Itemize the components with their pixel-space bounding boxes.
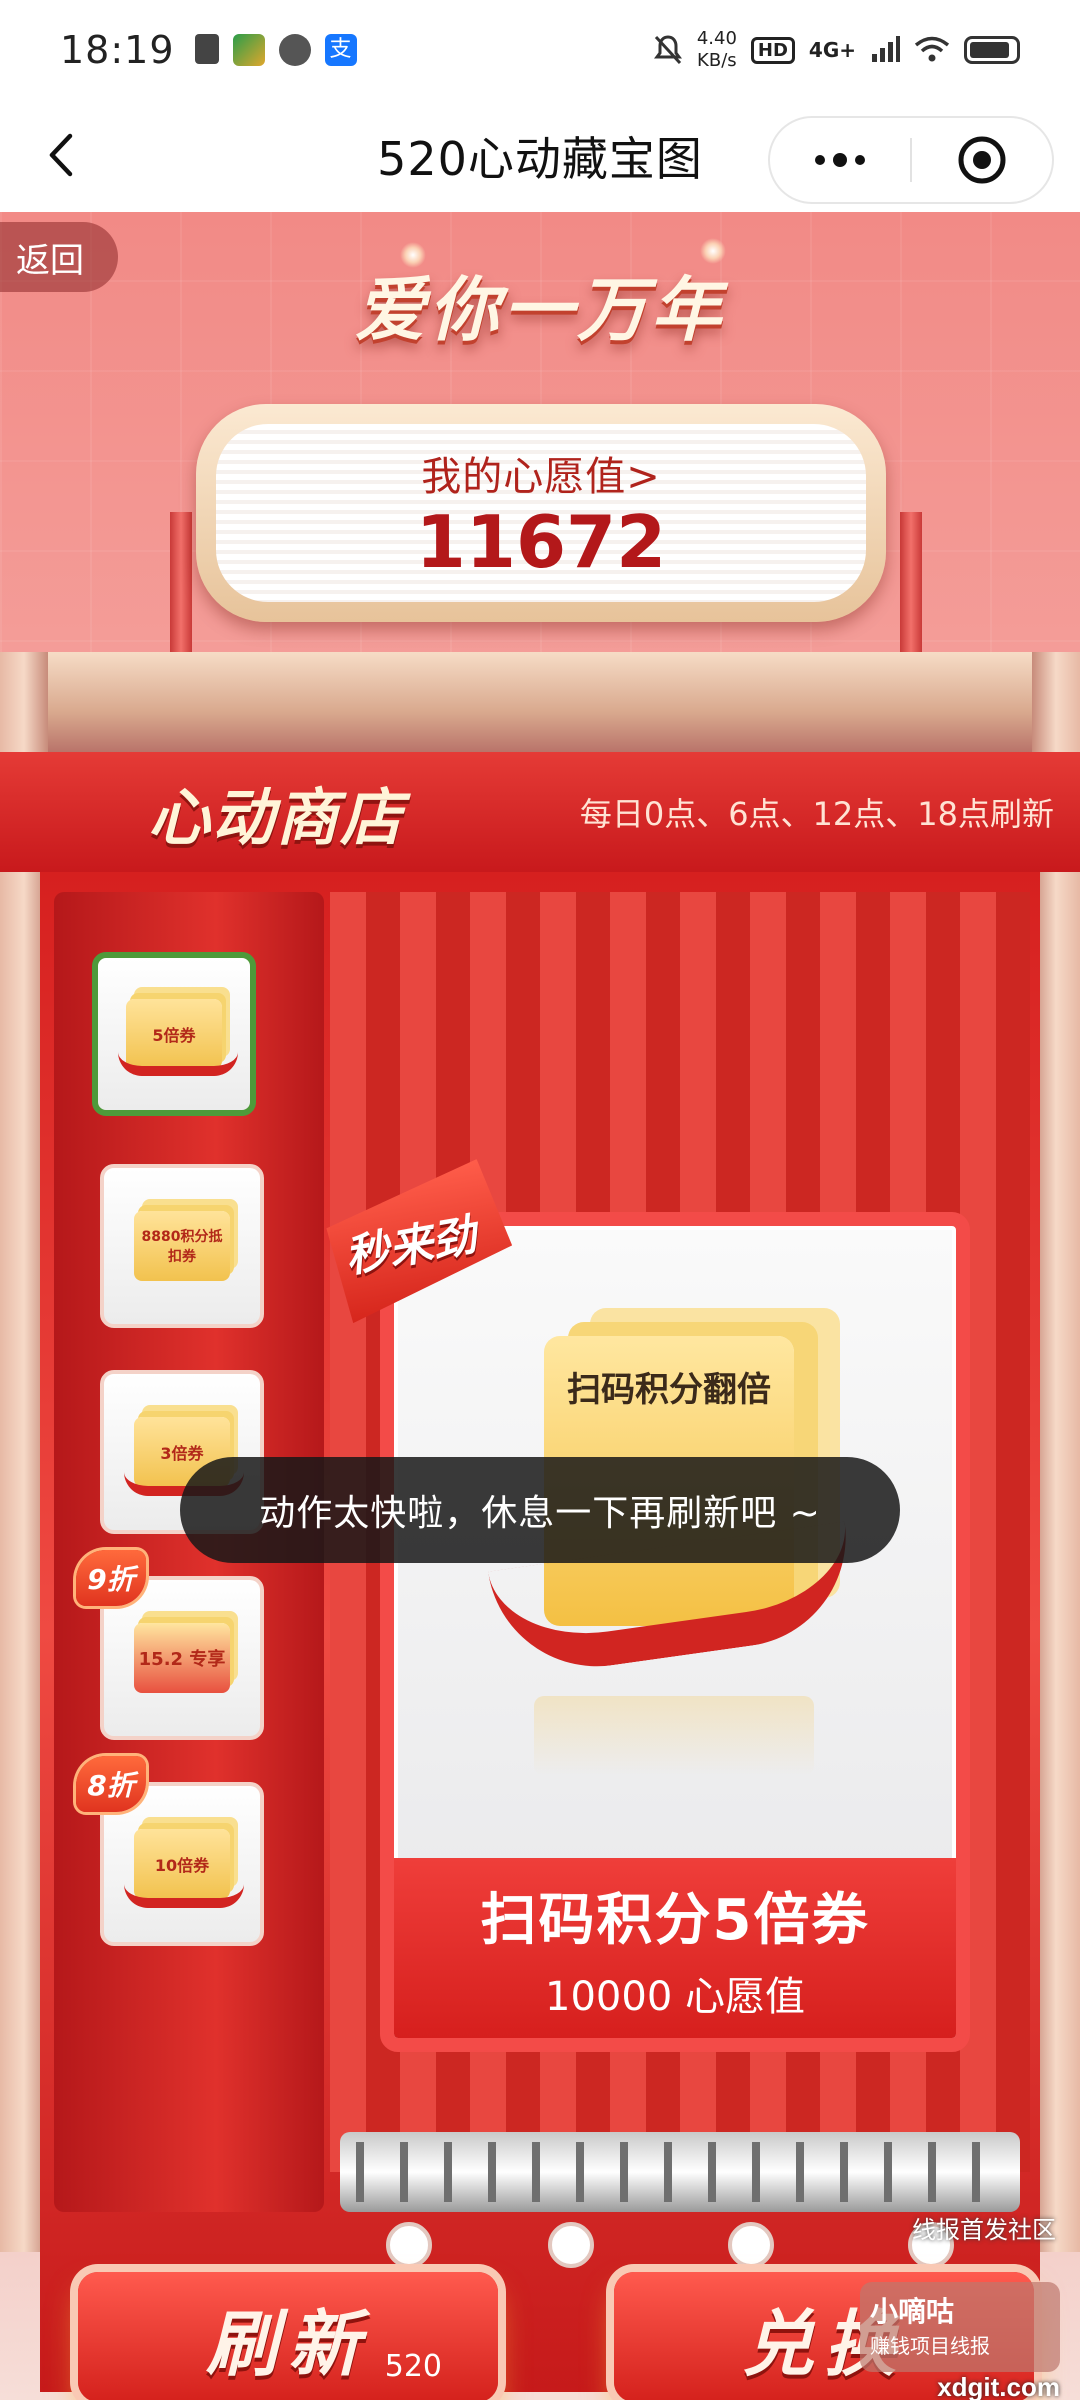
product-card[interactable]: 扫码积分翻倍 扫码积分5倍券 10000 心愿值 bbox=[380, 1212, 970, 2052]
roller-dot bbox=[728, 2222, 774, 2268]
back-chevron-icon[interactable] bbox=[38, 130, 88, 180]
watermark-brand: 小嘀咕 bbox=[870, 2296, 955, 2327]
more-dots-icon bbox=[815, 153, 865, 167]
roller-dot bbox=[386, 2222, 432, 2268]
net-speed: 4.40 KB/s bbox=[697, 28, 737, 72]
wish-value-link[interactable]: 我的心愿值> 11672 bbox=[216, 424, 866, 602]
wish-value-board: 我的心愿值> 11672 bbox=[196, 404, 886, 622]
thumbnail-item-1[interactable]: 5倍券 bbox=[92, 952, 256, 1116]
refresh-cost: 520 bbox=[384, 2349, 442, 2384]
thumbnail-label: 10倍券 bbox=[154, 1856, 210, 1875]
status-bar: 18:19 支 4.40 KB/s HD 4G+ bbox=[0, 0, 1080, 100]
sim-notification-icon bbox=[194, 34, 219, 64]
mute-bell-icon bbox=[653, 35, 682, 65]
page-title: 520心动藏宝图 bbox=[377, 132, 703, 186]
conveyor-roller bbox=[340, 2132, 1020, 2212]
refresh-schedule-note: 每日0点、6点、12点、18点刷新 bbox=[579, 795, 1054, 833]
shelf-top-frame bbox=[0, 652, 1080, 752]
capsule-menu bbox=[768, 116, 1054, 204]
net-speed-unit: KB/s bbox=[697, 50, 737, 71]
hd-badge: HD bbox=[750, 36, 795, 64]
store-title: 心动商店 bbox=[148, 781, 405, 854]
status-time: 18:19 bbox=[60, 28, 175, 72]
watermark: 线报首发社区 bbox=[912, 2217, 1056, 2244]
thumbnail-label: 5倍券 bbox=[152, 1026, 196, 1045]
reflection-decoration bbox=[534, 1696, 814, 1776]
wish-value-number: 11672 bbox=[415, 500, 667, 584]
mini-program-title-bar: 520心动藏宝图 bbox=[0, 100, 1080, 212]
coupon-ticket-icon: 15.2 专享 bbox=[134, 1623, 230, 1693]
thumbnail-label: 8880积分抵扣券 bbox=[141, 1229, 223, 1265]
notification-icons: 支 bbox=[194, 34, 357, 66]
link-notification-icon bbox=[278, 34, 311, 66]
watermark-tagline: 赚钱项目线报 bbox=[870, 2336, 990, 2358]
more-button[interactable] bbox=[770, 118, 910, 202]
coupon-ticket-icon: 8880积分抵扣券 bbox=[134, 1211, 230, 1281]
swoosh-decoration bbox=[118, 1052, 238, 1076]
status-right: 4.40 KB/s HD 4G+ bbox=[653, 28, 1020, 72]
product-name: 扫码积分5倍券 bbox=[480, 1887, 870, 1953]
store-header: 心动商店 每日0点、6点、12点、18点刷新 bbox=[0, 752, 1080, 872]
alipay-notification-icon: 支 bbox=[324, 34, 357, 66]
roller-teeth bbox=[356, 2142, 1004, 2202]
thumbnail-label: 3倍券 bbox=[160, 1444, 204, 1463]
thumbnail-label: 15.2 专享 bbox=[138, 1649, 226, 1670]
app-notification-icon bbox=[232, 34, 265, 66]
thumbnail-item-2[interactable]: 8880积分抵扣券 bbox=[100, 1164, 264, 1328]
game-area: 返回 爱你一万年 我的心愿值> 11672 心动商店 每日0点、6点、12点、1… bbox=[0, 212, 1080, 2400]
signal-icon bbox=[872, 36, 900, 62]
discount-tag-80: 8折 bbox=[76, 1756, 146, 1812]
watermark-site: xdgit.com bbox=[937, 2372, 1060, 2400]
toast-message: 动作太快啦，休息一下再刷新吧 ~ bbox=[180, 1457, 900, 1563]
network-type: 4G+ bbox=[808, 38, 856, 62]
close-miniprogram-button[interactable] bbox=[912, 118, 1052, 202]
watermark-logo: 小嘀咕 赚钱项目线报 bbox=[860, 2282, 1060, 2372]
wish-value-label: 我的心愿值> bbox=[421, 454, 661, 500]
discount-tag-90: 9折 bbox=[76, 1550, 146, 1606]
refresh-button-label: 刷新 bbox=[205, 2301, 370, 2386]
battery-icon bbox=[964, 36, 1020, 64]
swoosh-decoration bbox=[124, 1884, 244, 1908]
roller-dot bbox=[548, 2222, 594, 2268]
refresh-button[interactable]: 刷新 520 bbox=[78, 2272, 498, 2400]
banner-title: 爱你一万年 bbox=[355, 269, 725, 351]
target-close-icon bbox=[958, 136, 1006, 184]
product-cost: 10000 心愿值 bbox=[545, 1973, 805, 2020]
product-footer: 扫码积分5倍券 10000 心愿值 bbox=[394, 1858, 956, 2038]
wifi-icon bbox=[914, 36, 950, 62]
net-speed-value: 4.40 bbox=[696, 28, 737, 49]
